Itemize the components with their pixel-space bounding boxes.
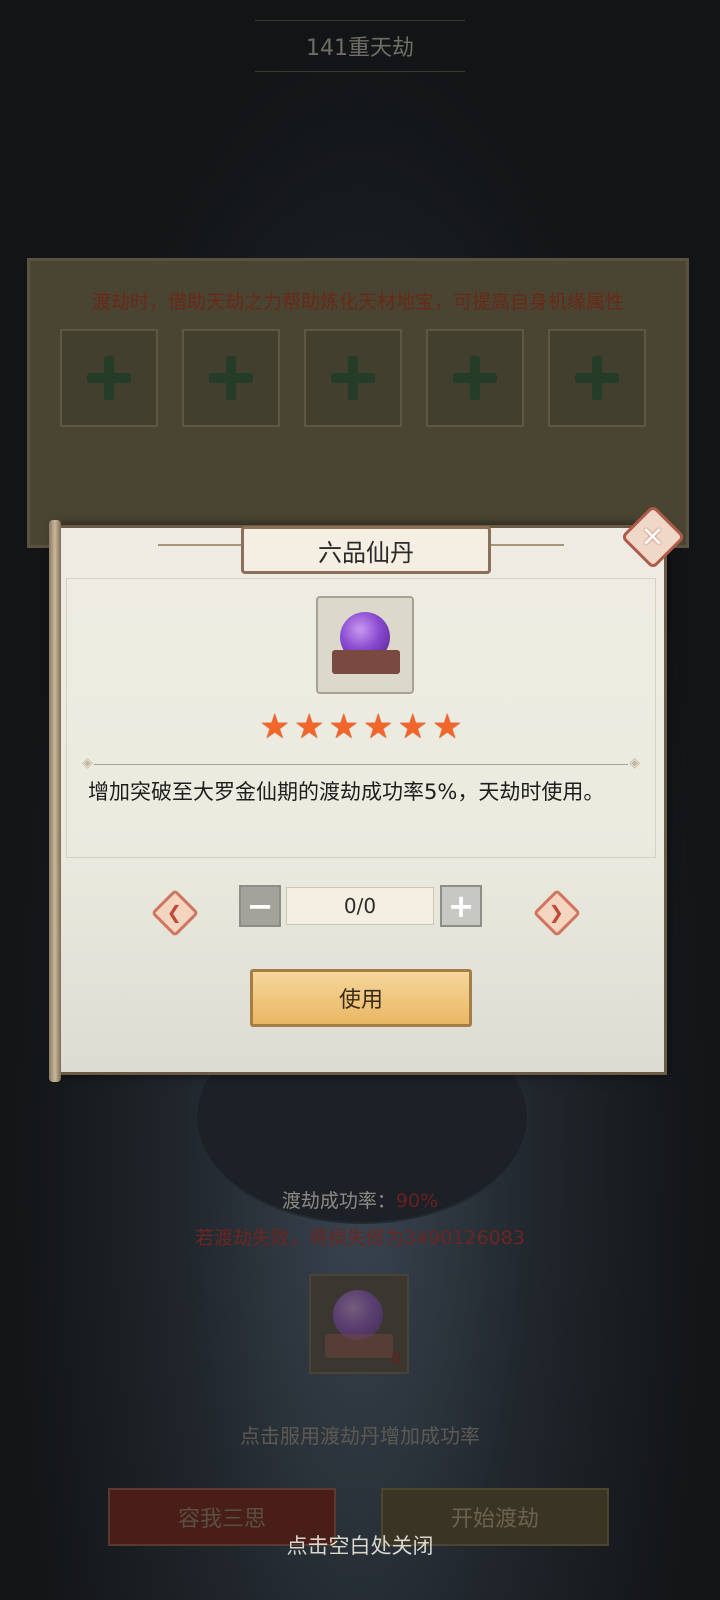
close-icon: ✕ [641,520,665,554]
use-button[interactable]: 使用 [250,969,472,1027]
pill-hint: 点击服用渡劫丹增加成功率 [240,1424,480,1448]
prev-arrow[interactable]: ❮ [150,888,200,938]
star-icon: ★ [328,707,359,747]
refine-panel: 渡劫时，借助天劫之力帮助炼化天材地宝，可提高自身机缘属性 [27,258,689,548]
quantity-display[interactable]: 0/0 [286,887,434,925]
success-rate-value: 90% [395,1190,439,1212]
pill-count: 0 [390,1349,401,1368]
star-icon: ★ [259,707,291,747]
refine-slot-1[interactable] [60,329,158,427]
increase-button[interactable]: + [440,885,482,927]
divider [82,755,640,771]
close-hint[interactable]: 点击空白处关闭 [0,1530,720,1560]
refine-slots [60,329,646,427]
star-icon: ★ [294,707,325,747]
stand-icon [325,1334,393,1358]
plus-icon [87,356,131,400]
success-rate-label: 渡劫成功率： [281,1190,396,1212]
chevron-right-icon: ❯ [549,902,565,924]
scroll-rod [49,520,61,1082]
star-icon: ★ [363,707,394,747]
star-icon: ★ [397,707,428,747]
refine-slot-4[interactable] [426,329,524,427]
refine-slot-5[interactable] [548,329,646,427]
decrease-button[interactable]: − [239,885,281,927]
modal-title: 六品仙丹 [241,526,491,574]
plus-icon [209,356,253,400]
orb-icon [333,1290,383,1340]
item-description: 增加突破至大罗金仙期的渡劫成功率5%，天劫时使用。 [88,780,605,804]
fail-warning: 若渡劫失败，将损失修为3490126083 [195,1227,525,1249]
stand-icon [332,650,400,674]
plus-icon [331,356,375,400]
item-detail-modal: 六品仙丹 ✕ ★★★★★★ 增加突破至大罗金仙期的渡劫成功率5%，天劫时使用。 … [49,504,686,1082]
plus-icon [575,356,619,400]
plus-icon [453,356,497,400]
refine-description: 渡劫时，借助天劫之力帮助炼化天材地宝，可提高自身机缘属性 [91,291,624,313]
tribulation-pill-slot[interactable]: 0 [309,1274,409,1374]
page-title: 141重天劫 [255,20,465,72]
star-icon: ★ [431,707,463,747]
next-arrow[interactable]: ❯ [532,888,582,938]
refine-slot-2[interactable] [182,329,280,427]
item-icon-frame [316,596,414,694]
star-rating: ★ ★ ★ ★ ★ ★ [58,710,664,744]
refine-slot-3[interactable] [304,329,402,427]
success-rate: 渡劫成功率：90% [0,1186,720,1213]
chevron-left-icon: ❮ [167,902,183,924]
